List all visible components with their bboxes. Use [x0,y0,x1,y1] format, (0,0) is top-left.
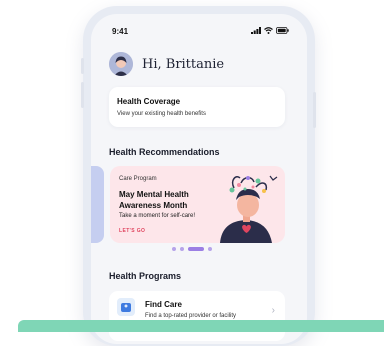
chevron-right-icon: › [271,305,275,316]
battery-icon [276,27,289,34]
status-icons [251,27,289,34]
status-bar: 9:41 [91,14,307,44]
coverage-title: Health Coverage [117,97,181,106]
phone-side-button [81,58,84,74]
bottom-accent-bar [18,320,384,332]
programs-heading: Health Programs [109,271,182,281]
mental-health-promo-card[interactable]: Care Program May Mental Health Awareness… [110,166,285,243]
find-care-subtitle: Find a top-rated provider or facility [145,313,237,319]
greeting-row: Hi, Brittanie [109,52,224,76]
find-care-card[interactable]: Find Care Find a top-rated provider or f… [109,291,285,341]
mental-health-illustration [220,175,278,243]
phone-screen: 9:41 Hi, Brittanie Health Coverage View … [91,14,307,344]
avatar-illustration [109,52,133,76]
avatar[interactable] [109,52,133,76]
carousel-previous-card[interactable] [91,166,104,243]
pagination-dot-active[interactable] [188,247,204,251]
pagination-dot[interactable] [208,247,212,251]
carousel-pagination [172,247,212,251]
promo-link[interactable]: LET'S GO [119,228,145,234]
greeting-text: Hi, Brittanie [142,56,225,72]
signal-icon [251,27,261,34]
phone-side-button [313,92,316,128]
pagination-dot[interactable] [180,247,184,251]
promo-tag: Care Program [119,176,157,182]
promo-title: May Mental Health Awareness Month [119,190,189,210]
recommendations-heading: Health Recommendations [109,147,220,157]
promo-description: Take a moment for self-care! [119,213,196,219]
find-care-title: Find Care [145,300,182,309]
pagination-dot[interactable] [172,247,176,251]
coverage-subtitle: View your existing health benefits [117,111,206,117]
find-care-icon [117,298,135,316]
health-coverage-card[interactable]: Health Coverage View your existing healt… [109,87,285,127]
wifi-icon [264,27,273,34]
phone-side-button [81,82,84,108]
status-time: 9:41 [112,27,129,36]
